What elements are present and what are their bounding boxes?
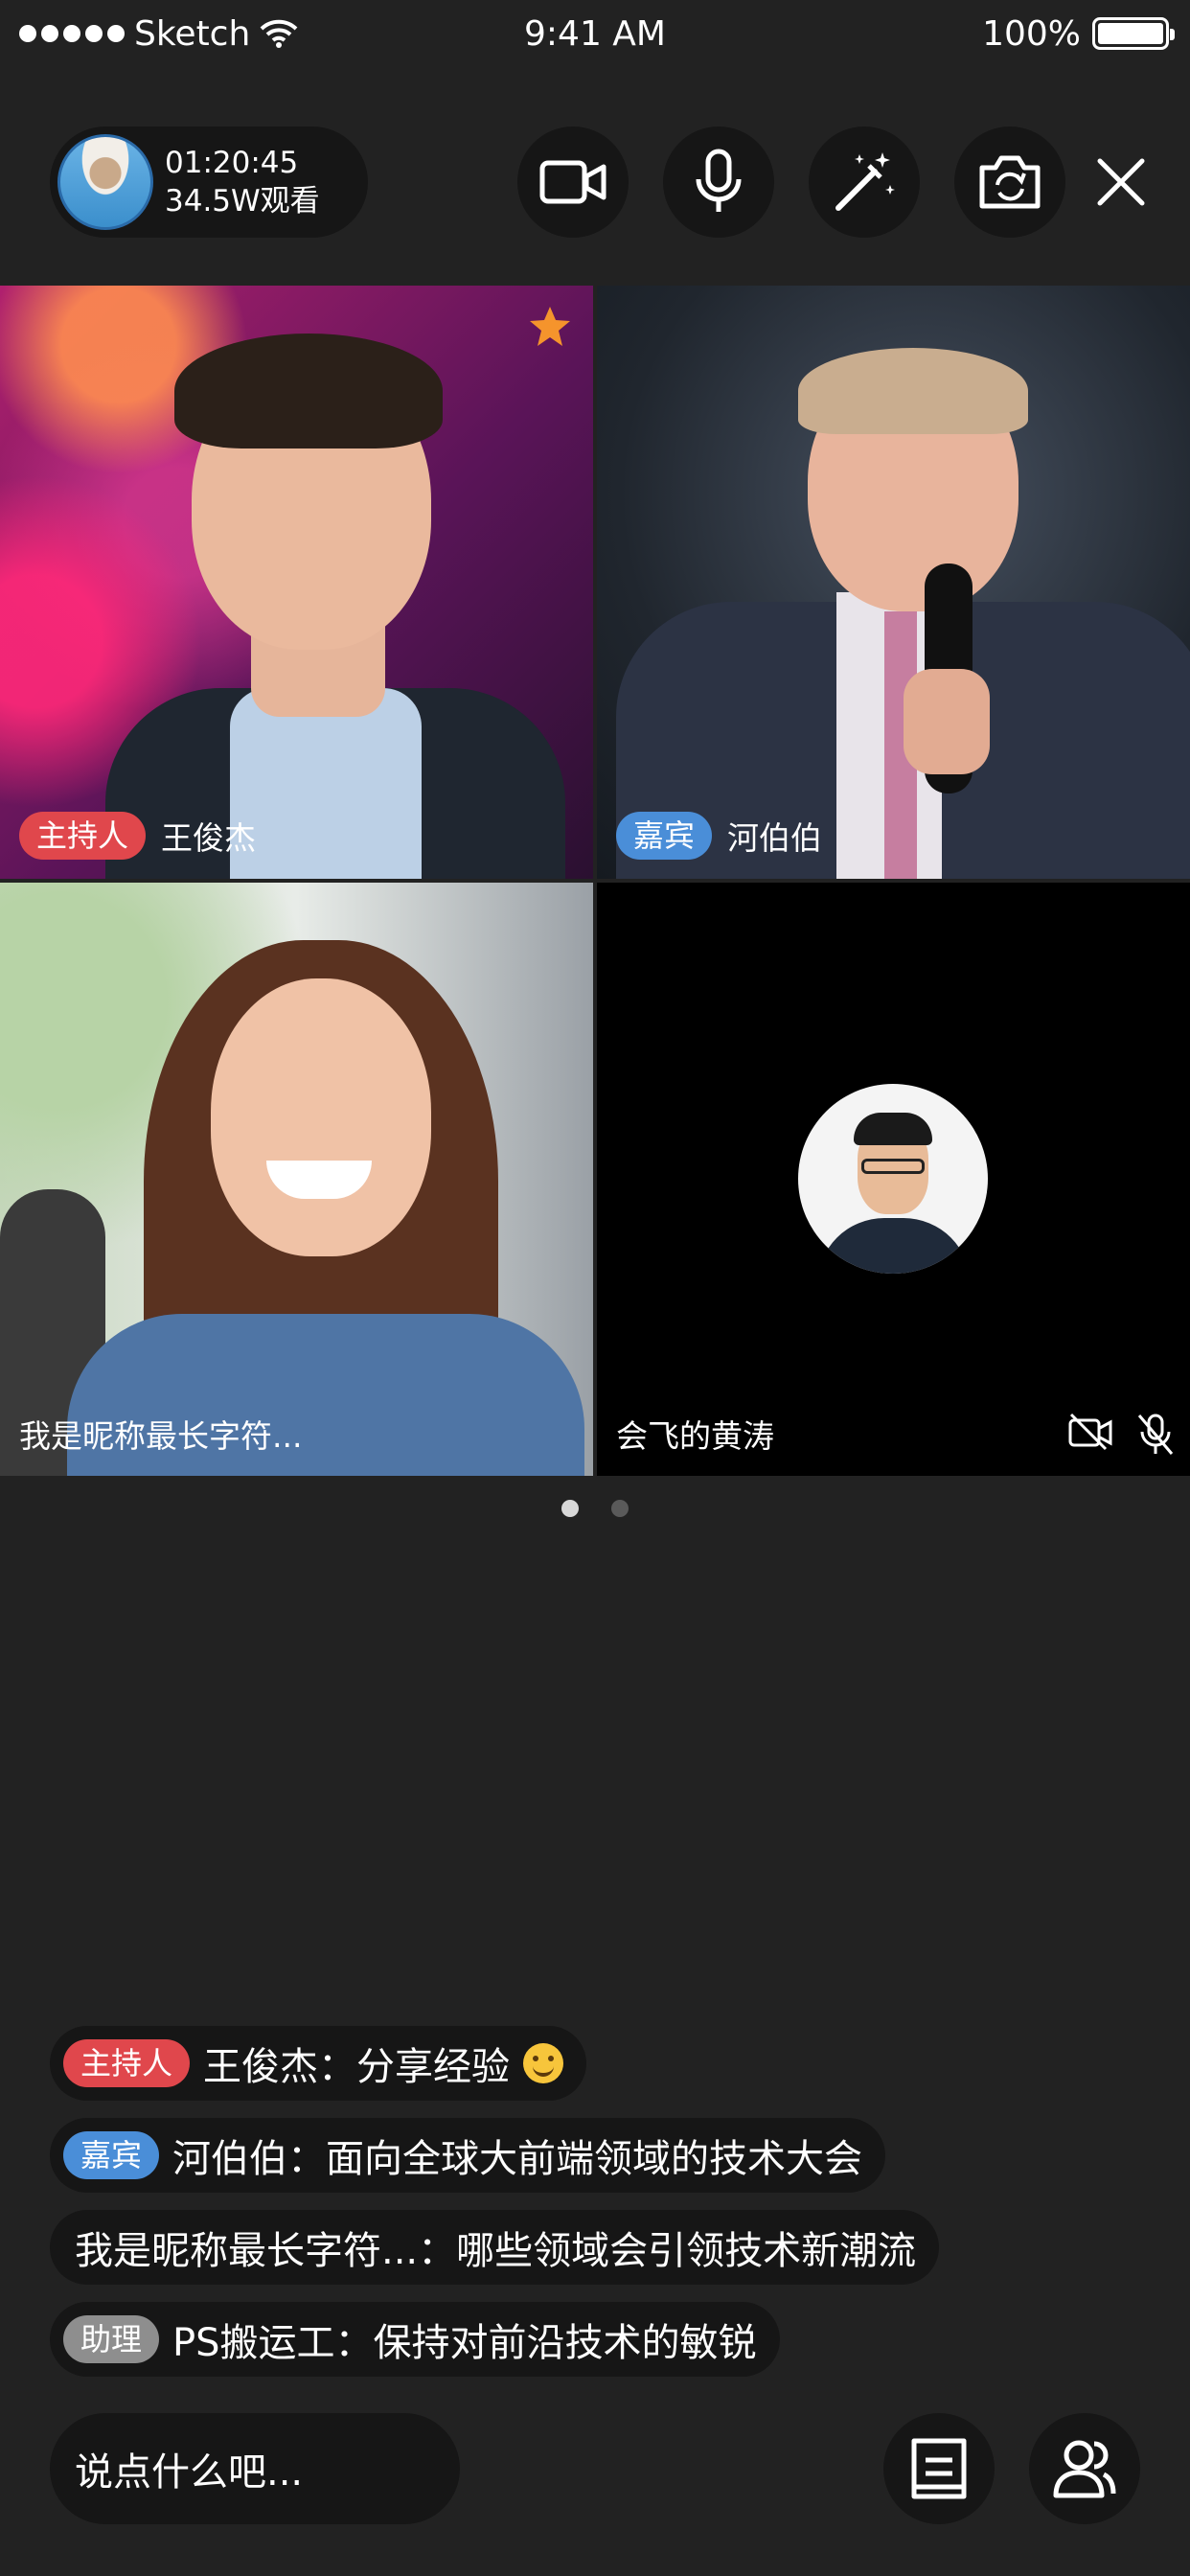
beauty-button[interactable] [809,126,920,238]
star-icon [530,307,570,346]
camera-off-icon [1068,1413,1112,1451]
signal-dots-icon [19,25,125,42]
video-tile-participant[interactable]: 我是昵称最长字符... [0,883,593,1476]
smile-emoji-icon [523,2043,564,2083]
carrier-name: Sketch [134,13,251,54]
chat-message: 主持人 王俊杰：分享经验 [50,2026,587,2101]
guest-badge: 嘉宾 [616,812,713,860]
battery-icon [1092,17,1175,50]
camera-switch-icon [979,155,1041,209]
page-indicator[interactable] [0,1500,1190,1517]
microphone-icon [696,149,742,212]
status-bar: Sketch 9:41 AM 100% [0,0,1190,67]
chat-list: 主持人 王俊杰：分享经验 嘉宾 河伯伯：面向全球大前端领域的技术大会 我是昵称最… [50,2026,940,2394]
tile-caption: 我是昵称最长字符... [19,1411,302,1457]
chat-message: 嘉宾 河伯伯：面向全球大前端领域的技术大会 [50,2118,886,2193]
participant-name: 会飞的黄涛 [616,1417,774,1455]
close-icon [1097,158,1145,206]
status-right: 100% [982,13,1175,54]
magic-wand-icon [835,152,895,211]
notes-button[interactable] [883,2413,995,2524]
guest-badge: 嘉宾 [63,2131,160,2179]
chat-text: 王俊杰：分享经验 [203,2045,511,2089]
host-badge: 主持人 [63,2039,191,2087]
wifi-icon [260,19,298,48]
live-stats: 01:20:45 34.5W观看 [165,144,320,220]
document-icon [911,2438,967,2499]
assistant-badge: 助理 [63,2315,160,2363]
mic-toggle-button[interactable] [663,126,774,238]
participant-name: 河伯伯 [727,819,823,857]
comment-input[interactable]: 说点什么吧... [50,2413,460,2524]
page-dot-1[interactable] [561,1500,579,1517]
chat-message: 我是昵称最长字符...：哪些领域会引领技术新潮流 [50,2210,940,2285]
video-tile-host[interactable]: 主持人 王俊杰 [0,286,593,879]
tile-caption: 主持人 王俊杰 [19,812,256,860]
status-left: Sketch [19,14,298,54]
chat-message: 助理 PS搬运工：保持对前沿技术的敏锐 [50,2302,780,2377]
tile-status-icons [1067,1413,1175,1457]
chat-text: 我是昵称最长字符...：哪些领域会引领技术新潮流 [75,2229,917,2273]
participant-name: 我是昵称最长字符... [19,1417,303,1455]
tile-caption: 嘉宾 河伯伯 [616,812,822,860]
participants-button[interactable] [1029,2413,1140,2524]
video-camera-icon [539,160,606,204]
live-info-pill[interactable]: 01:20:45 34.5W观看 [50,126,368,238]
video-grid: 主持人 王俊杰 嘉宾 河伯伯 我是昵称最长字符... 会飞的黄涛 [0,286,1190,1476]
tile-caption: 会飞的黄涛 [616,1411,774,1457]
users-icon [1053,2440,1116,2498]
chat-text: PS搬运工：保持对前沿技术的敏锐 [172,2321,757,2365]
mic-off-icon [1137,1414,1174,1455]
host-badge: 主持人 [19,812,147,860]
camera-toggle-button[interactable] [517,126,629,238]
chat-text: 河伯伯：面向全球大前端领域的技术大会 [172,2137,863,2181]
battery-percent: 100% [982,13,1081,54]
video-tile-guest[interactable]: 嘉宾 河伯伯 [597,286,1190,879]
participant-name: 王俊杰 [161,819,257,857]
participant-avatar [798,1084,988,1274]
switch-camera-button[interactable] [954,126,1065,238]
close-button[interactable] [1065,126,1177,238]
live-duration: 01:20:45 [165,146,299,180]
live-toolbar: 01:20:45 34.5W观看 [0,125,1190,240]
page-dot-2[interactable] [611,1500,629,1517]
host-avatar[interactable] [57,134,153,230]
comment-placeholder: 说点什么吧... [75,2450,304,2495]
live-viewers: 34.5W观看 [165,184,320,218]
video-tile-camera-off[interactable]: 会飞的黄涛 [597,883,1190,1476]
